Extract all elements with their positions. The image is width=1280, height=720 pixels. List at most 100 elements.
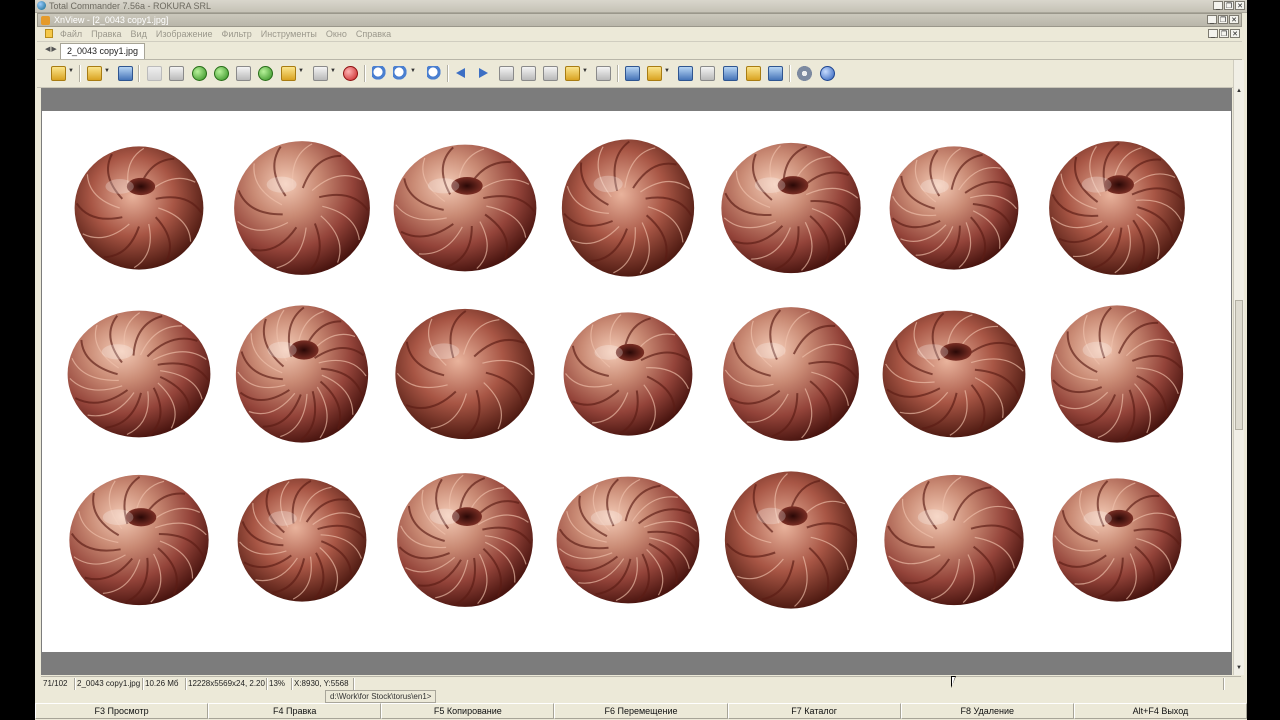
- crop-icon[interactable]: [169, 66, 184, 81]
- menu-view[interactable]: Вид: [131, 27, 147, 41]
- print-icon[interactable]: [678, 66, 693, 81]
- status-bar: 71/102 2_0043 copy1.jpg 10.26 Мб 12228x5…: [41, 676, 1241, 691]
- last-icon[interactable]: [521, 66, 536, 81]
- zoom-in-icon[interactable]: [372, 66, 387, 81]
- close-icon[interactable]: ✕: [1230, 29, 1240, 38]
- f3-view-button[interactable]: F3 Просмотр: [35, 703, 209, 719]
- image-viewer-area[interactable]: [41, 88, 1232, 675]
- document-tab-row: ◀▶ 2_0043 copy1.jpg: [37, 42, 1242, 60]
- first-icon[interactable]: [499, 66, 514, 81]
- torus-shape: [884, 474, 1024, 606]
- f4-edit-button[interactable]: F4 Правка: [208, 703, 382, 719]
- chevron-down-icon[interactable]: ▼: [298, 68, 304, 74]
- mouse-cursor-icon: [951, 676, 956, 688]
- toolbar-separator: [789, 65, 790, 82]
- menu-help[interactable]: Справка: [356, 27, 391, 41]
- toolbar-separator: [617, 65, 618, 82]
- batch-icon[interactable]: [768, 66, 783, 81]
- function-key-bar: F3 Просмотр F4 Правка F5 Копирование F6 …: [35, 703, 1247, 720]
- desktop-screen: Total Commander 7.56a - ROKURA SRL _ ❐ ✕…: [35, 0, 1247, 720]
- torus-shape: [556, 476, 700, 604]
- document-icon[interactable]: [45, 29, 53, 38]
- chevron-down-icon[interactable]: ▼: [410, 68, 416, 74]
- tab-document[interactable]: 2_0043 copy1.jpg: [60, 43, 146, 59]
- open-folder-icon[interactable]: [87, 66, 102, 81]
- status-image-index: 71/102: [41, 678, 75, 690]
- toolbar-separator: [138, 65, 139, 82]
- chevron-down-icon[interactable]: ▼: [664, 68, 670, 74]
- tab-scroll-arrows-icon[interactable]: ◀▶: [45, 45, 58, 53]
- torus-shape: [1050, 305, 1184, 443]
- about-icon[interactable]: [820, 66, 835, 81]
- previous-icon[interactable]: [453, 66, 468, 81]
- undo-icon: [147, 66, 162, 81]
- vertical-scrollbar[interactable]: ▲ ▼: [1233, 60, 1244, 675]
- save-icon[interactable]: [118, 66, 133, 81]
- convert-icon[interactable]: [723, 66, 738, 81]
- rotate-left-icon[interactable]: [192, 66, 207, 81]
- status-filename: 2_0043 copy1.jpg: [75, 678, 143, 690]
- status-empty: [354, 678, 1224, 690]
- torus-shape: [74, 146, 204, 270]
- find-icon[interactable]: [647, 66, 662, 81]
- restore-icon[interactable]: ❐: [1224, 1, 1234, 10]
- fullscreen-icon[interactable]: [313, 66, 328, 81]
- email-icon[interactable]: [746, 66, 761, 81]
- torus-shape: [393, 144, 537, 272]
- status-coordinates: X:8930, Y:5568: [292, 678, 354, 690]
- scrollbar-thumb[interactable]: [1235, 300, 1243, 430]
- scan-icon[interactable]: [700, 66, 715, 81]
- restore-icon[interactable]: ❐: [1219, 29, 1229, 38]
- chevron-down-icon[interactable]: ▼: [104, 68, 110, 74]
- filter-icon[interactable]: [281, 66, 296, 81]
- f5-copy-button[interactable]: F5 Копирование: [381, 703, 555, 719]
- menu-filter[interactable]: Фильтр: [222, 27, 252, 41]
- total-commander-app-icon: [37, 1, 46, 10]
- menu-file[interactable]: Файл: [60, 27, 82, 41]
- torus-shape: [721, 142, 861, 274]
- f8-delete-button[interactable]: F8 Удаление: [900, 703, 1074, 719]
- torus-shape: [395, 308, 535, 440]
- menu-bar: Файл Правка Вид Изображение Фильтр Инстр…: [37, 27, 1242, 42]
- f7-mkdir-button[interactable]: F7 Каталог: [727, 703, 901, 719]
- chevron-down-icon[interactable]: ▼: [582, 68, 588, 74]
- minimize-icon[interactable]: _: [1208, 29, 1218, 38]
- close-icon[interactable]: ✕: [1229, 15, 1239, 24]
- settings-icon[interactable]: [797, 66, 812, 81]
- rotate-right-icon[interactable]: [214, 66, 229, 81]
- minimize-icon[interactable]: _: [1207, 15, 1217, 24]
- menu-edit[interactable]: Правка: [91, 27, 121, 41]
- adjust-icon[interactable]: [258, 66, 273, 81]
- menu-tools[interactable]: Инструменты: [261, 27, 317, 41]
- menu-window[interactable]: Окно: [326, 27, 347, 41]
- torus-shape: [563, 312, 693, 436]
- torus-shape: [1052, 478, 1182, 602]
- torus-shape: [69, 474, 209, 606]
- menu-image[interactable]: Изображение: [156, 27, 213, 41]
- properties-icon[interactable]: [625, 66, 640, 81]
- close-icon[interactable]: ✕: [1235, 1, 1245, 10]
- zoom-fit-icon[interactable]: [393, 66, 408, 81]
- scroll-up-icon[interactable]: ▲: [1234, 86, 1244, 96]
- total-commander-title-bar[interactable]: Total Commander 7.56a - ROKURA SRL _ ❐ ✕: [35, 0, 1247, 13]
- restore-icon[interactable]: ❐: [1218, 15, 1228, 24]
- minimize-icon[interactable]: _: [1213, 1, 1223, 10]
- scroll-down-icon[interactable]: ▼: [1234, 663, 1244, 673]
- chevron-down-icon[interactable]: ▼: [330, 68, 336, 74]
- alt-f4-exit-button[interactable]: Alt+F4 Выход: [1073, 703, 1247, 719]
- torus-shapes-image[interactable]: [42, 111, 1231, 652]
- browser-icon[interactable]: [51, 66, 66, 81]
- f6-move-button[interactable]: F6 Перемещение: [554, 703, 728, 719]
- capture-icon[interactable]: [343, 66, 358, 81]
- slideshow-icon[interactable]: [543, 66, 558, 81]
- current-path[interactable]: d:\Work\for Stock\torus\en1>: [325, 690, 437, 703]
- toolbar: ▼ ▼ ▼ ▼ ▼ ▼ ▼: [37, 60, 1242, 88]
- next-icon[interactable]: [476, 66, 491, 81]
- xnview-title-bar[interactable]: XnView - [2_0043 copy1.jpg] _ ❐ ✕: [37, 13, 1242, 27]
- resize-icon[interactable]: [236, 66, 251, 81]
- zoom-out-icon[interactable]: [427, 66, 442, 81]
- tc-window-controls: _ ❐ ✕: [1213, 1, 1245, 10]
- chevron-down-icon[interactable]: ▼: [68, 68, 74, 74]
- print-preview-icon[interactable]: [565, 66, 580, 81]
- compare-icon[interactable]: [596, 66, 611, 81]
